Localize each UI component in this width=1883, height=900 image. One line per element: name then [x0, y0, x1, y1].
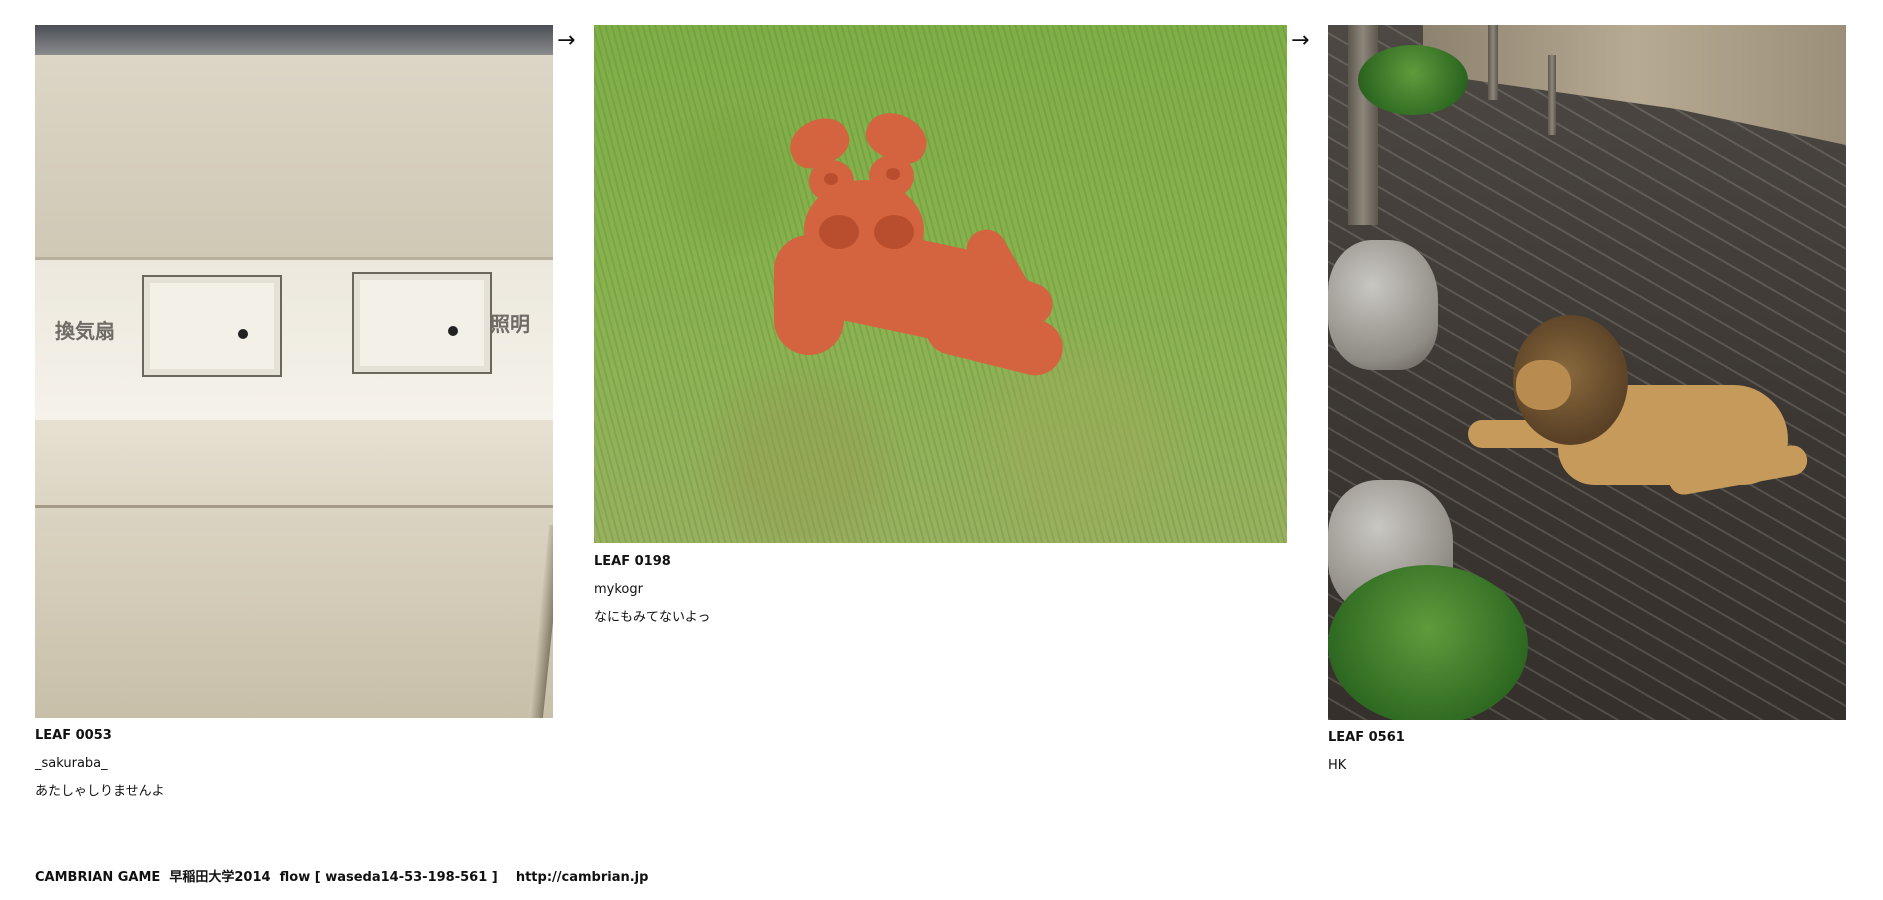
leaf-id[interactable]: LEAF 0053 — [35, 722, 165, 750]
photo-region — [1328, 240, 1438, 370]
leaf-comment: なにもみてないよっ — [594, 610, 711, 625]
photo-region — [35, 55, 553, 260]
leaf-id[interactable]: LEAF 0561 — [1328, 724, 1405, 752]
leaf-id[interactable]: LEAF 0198 — [594, 548, 710, 576]
fan-switch — [142, 275, 282, 377]
photo-region — [1358, 45, 1468, 115]
photo-region — [1548, 55, 1556, 135]
photo-region — [35, 420, 553, 530]
footer-flow-id: flow [ waseda14-53-198-561 ] — [279, 870, 498, 885]
photo-region — [35, 530, 553, 718]
fan-label: 換気扇 — [55, 319, 115, 343]
photo-region — [35, 25, 553, 55]
footer-game-title[interactable]: CAMBRIAN GAME — [35, 870, 160, 885]
leaf-photo-0198[interactable] — [594, 25, 1287, 543]
leaf-user[interactable]: _sakuraba_ — [35, 750, 165, 778]
leaf-user[interactable]: mykogr — [594, 576, 710, 604]
light-label: 照明 — [490, 312, 530, 336]
footer-event: 早稲田大学2014 — [169, 870, 271, 885]
photo-region — [35, 505, 553, 508]
leaf-user[interactable]: HK — [1328, 752, 1405, 780]
photo-region — [1328, 565, 1528, 720]
leaf-caption-0198: LEAF 0198 mykogr なにもみてないよっ — [594, 548, 710, 632]
flow-arrow-icon: → — [1291, 28, 1310, 53]
light-switch — [352, 272, 492, 374]
leaf-caption-0053: LEAF 0053 _sakuraba_ あたしゃしりませんよ — [35, 722, 165, 806]
footer-url-link[interactable]: http://cambrian.jp — [516, 870, 649, 885]
photo-region — [1423, 25, 1846, 145]
photo-region — [859, 104, 935, 171]
flow-arrow-icon: → — [557, 28, 576, 53]
photo-region — [1516, 360, 1571, 410]
leaf-photo-0561[interactable] — [1328, 25, 1846, 720]
leaf-comment: あたしゃしりませんよ — [35, 784, 165, 799]
photo-region — [824, 173, 838, 185]
footer: CAMBRIAN GAME 早稲田大学2014 flow [ waseda14-… — [35, 866, 648, 885]
photo-region — [886, 168, 900, 180]
photo-region — [1488, 25, 1498, 100]
photo-region — [874, 215, 914, 249]
leaf-photo-0053[interactable]: 換気扇 照明 — [35, 25, 553, 718]
photo-region — [819, 215, 859, 249]
leaf-caption-0561: LEAF 0561 HK — [1328, 724, 1405, 780]
